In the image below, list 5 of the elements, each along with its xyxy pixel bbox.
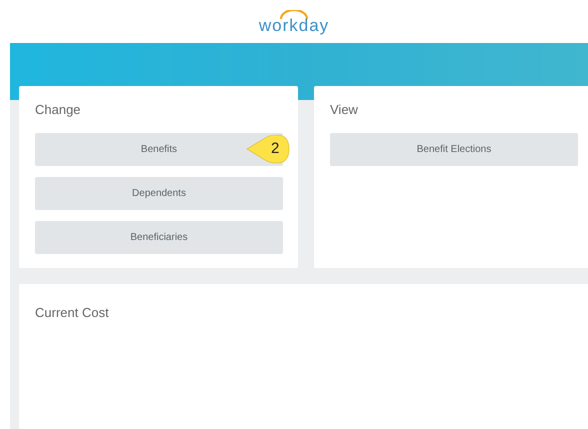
card-title: View (330, 103, 359, 116)
step-callout-tooltip: 2 (245, 134, 291, 164)
card-title: Current Cost (35, 305, 109, 320)
card-title: Change (35, 103, 82, 116)
logo: workday (258, 10, 330, 34)
